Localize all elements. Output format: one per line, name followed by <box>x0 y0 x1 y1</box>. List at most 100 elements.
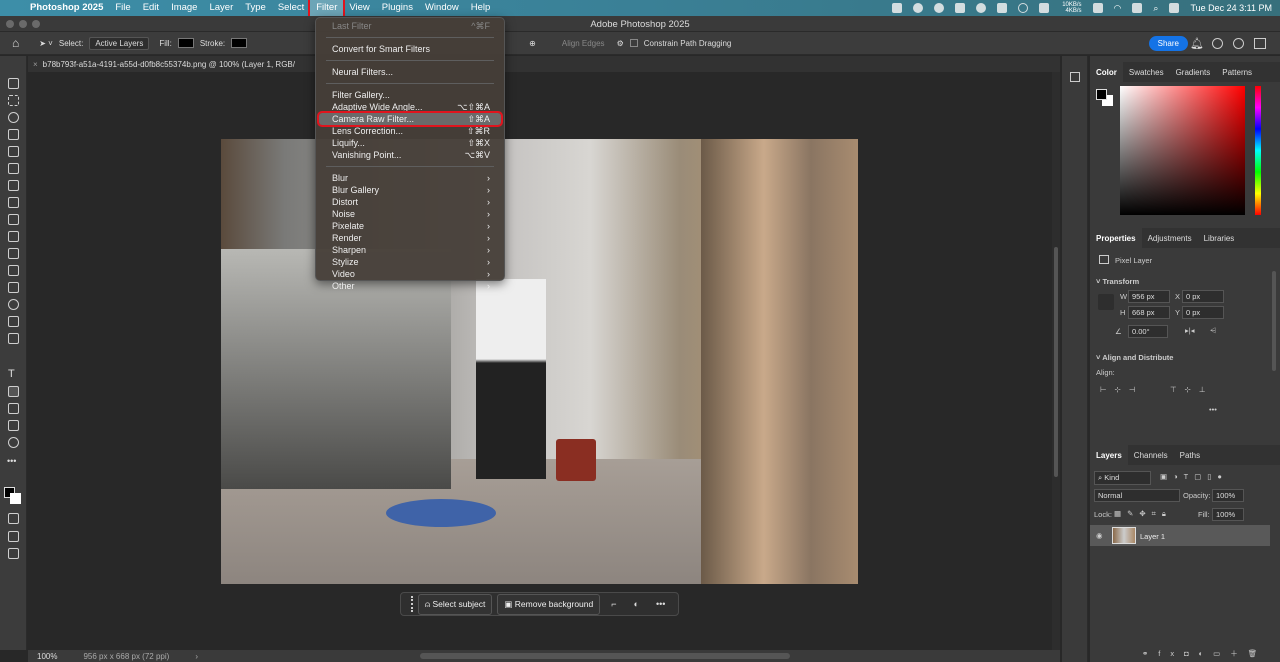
menu-item-other[interactable]: Other › <box>316 280 504 292</box>
menu-filter[interactable]: Filter <box>308 0 346 18</box>
width-field[interactable]: 956 px <box>1128 290 1170 303</box>
object-select-tool-icon[interactable] <box>8 129 19 140</box>
foreground-color[interactable] <box>1096 89 1107 100</box>
frame-tool-icon[interactable] <box>8 163 19 174</box>
visibility-eye-icon[interactable]: ◉ <box>1096 531 1103 540</box>
select-dropdown[interactable]: Active Layers <box>89 36 150 50</box>
quick-mask-icon[interactable] <box>8 513 19 524</box>
pen-tool-icon[interactable] <box>8 333 19 344</box>
eraser-tool-icon[interactable] <box>8 265 19 276</box>
menu-item-render[interactable]: Render › <box>316 232 504 244</box>
more-tools-icon[interactable]: ••• <box>7 456 16 466</box>
menu-item-last-filter[interactable]: Last Filter ^⌘F <box>316 20 504 32</box>
angle-field[interactable]: 0.00° <box>1128 325 1168 338</box>
menu-item-video[interactable]: Video › <box>316 268 504 280</box>
tab-properties[interactable]: Properties <box>1090 228 1142 248</box>
constrain-checkbox[interactable] <box>629 39 638 47</box>
type-tool-icon[interactable]: T <box>8 368 15 380</box>
menu-edit[interactable]: Edit <box>137 0 165 16</box>
tab-gradients[interactable]: Gradients <box>1170 62 1217 82</box>
battery-icon[interactable] <box>1038 3 1049 13</box>
drag-handle[interactable] <box>411 596 413 612</box>
vertical-scrollbar[interactable] <box>1052 72 1060 650</box>
adjust-icon[interactable]: ◐ <box>634 599 639 609</box>
blend-mode-dropdown[interactable]: Normal <box>1094 489 1180 502</box>
opacity-field[interactable]: 100% <box>1212 489 1244 502</box>
properties-scrollbar[interactable] <box>1272 271 1276 371</box>
menu-item-liquify[interactable]: Liquify... ⇧⌘X <box>316 137 504 149</box>
scroll-thumb[interactable] <box>1054 247 1058 477</box>
document-tab[interactable]: × b78b793f-a51a-4191-a55d-d0fb8c55374b.pn… <box>28 56 1060 72</box>
menu-item-convert-for-smart-filters[interactable]: Convert for Smart Filters <box>316 43 504 55</box>
fill-field[interactable]: 100% <box>1212 508 1244 521</box>
align-vertical-buttons[interactable]: ⊤⊹⊥ <box>1170 385 1213 394</box>
tab-libraries[interactable]: Libraries <box>1198 228 1241 248</box>
workspace-icon[interactable] <box>1254 38 1266 49</box>
menu-item-pixelate[interactable]: Pixelate › <box>316 220 504 232</box>
search-icon[interactable] <box>1212 38 1223 49</box>
zoom-tool-icon[interactable] <box>8 437 19 448</box>
chatgpt-icon[interactable] <box>912 3 923 13</box>
bookmark-icon[interactable] <box>1092 3 1103 13</box>
tab-swatches[interactable]: Swatches <box>1123 62 1170 82</box>
history-panel-icon[interactable] <box>1070 72 1080 82</box>
y-field[interactable]: 0 px <box>1182 306 1224 319</box>
brush-tool-icon[interactable] <box>8 214 19 225</box>
remove-background-button[interactable]: ▣ Remove background <box>497 593 601 615</box>
align-section[interactable]: ˅ Align and Distribute <box>1096 353 1173 362</box>
path-arrangement-icon[interactable]: ⊕ <box>529 39 536 48</box>
status-chevron-icon[interactable]: › <box>195 652 198 661</box>
rectangle-tool-icon[interactable] <box>8 403 19 414</box>
menu-item-filter-gallery[interactable]: Filter Gallery... <box>316 89 504 101</box>
lock-icons[interactable]: ▦✎✥⌗🔒︎ <box>1114 509 1172 519</box>
menu-file[interactable]: File <box>109 0 136 16</box>
more-align-icon[interactable]: ••• <box>1209 405 1217 414</box>
app-icon[interactable] <box>996 3 1007 13</box>
menu-help[interactable]: Help <box>465 0 497 16</box>
play-icon[interactable] <box>1017 3 1028 13</box>
tab-adjustments[interactable]: Adjustments <box>1142 228 1198 248</box>
menu-item-blur[interactable]: Blur › <box>316 172 504 184</box>
wifi-icon[interactable]: ◠ <box>1114 3 1122 14</box>
dodge-tool-icon[interactable] <box>8 316 19 327</box>
menu-plugins[interactable]: Plugins <box>376 0 419 16</box>
qq-icon[interactable] <box>954 3 965 13</box>
clock[interactable]: Tue Dec 24 3:11 PM <box>1190 3 1272 13</box>
fill-swatch[interactable] <box>177 38 194 48</box>
menu-app[interactable]: Photoshop 2025 <box>24 0 109 16</box>
background-color-swatch[interactable] <box>10 493 21 504</box>
lasso-tool-icon[interactable] <box>8 112 19 123</box>
healing-tool-icon[interactable] <box>8 197 19 208</box>
align-buttons[interactable]: ⊢⊹⊣ <box>1100 385 1143 394</box>
menu-type[interactable]: Type <box>239 0 272 16</box>
menu-view[interactable]: View <box>343 0 375 16</box>
menu-select[interactable]: Select <box>272 0 310 16</box>
zoom-level[interactable]: 100% <box>37 652 57 661</box>
more-icon[interactable]: ••• <box>656 599 665 609</box>
screen-mode-icon[interactable] <box>8 531 19 542</box>
control-center-icon[interactable] <box>1169 3 1180 13</box>
grammarly-icon[interactable] <box>975 3 986 13</box>
history-brush-tool-icon[interactable] <box>8 248 19 259</box>
height-field[interactable]: 668 px <box>1128 306 1170 319</box>
tab-layers[interactable]: Layers <box>1090 445 1128 465</box>
menu-item-distort[interactable]: Distort › <box>316 196 504 208</box>
eyedropper-tool-icon[interactable] <box>8 180 19 191</box>
menu-item-adaptive-wide-angle[interactable]: Adaptive Wide Angle... ⌥⇧⌘A <box>316 101 504 113</box>
crop-icon[interactable]: ⌐ <box>611 599 616 609</box>
tab-color[interactable]: Color <box>1090 62 1123 82</box>
apple-icon[interactable] <box>12 0 24 16</box>
close-tab-icon[interactable]: × <box>33 60 38 69</box>
path-select-tool-icon[interactable]: ➤ ˅ <box>39 39 53 48</box>
spotlight-icon[interactable]: ⌕ <box>1153 3 1158 14</box>
hand-tool-icon[interactable] <box>8 420 19 431</box>
layer-bottom-icons[interactable]: ⚭fx◘◐▭＋🗑︎ <box>1142 648 1267 659</box>
layer-name[interactable]: Layer 1 <box>1140 532 1165 541</box>
menu-item-blur-gallery[interactable]: Blur Gallery › <box>316 184 504 196</box>
gear-icon[interactable]: ⚙ <box>617 39 624 48</box>
menu-item-sharpen[interactable]: Sharpen › <box>316 244 504 256</box>
select-subject-button[interactable]: ⍝ Select subject <box>418 593 493 615</box>
flip-vertical-icon[interactable]: ⩤ <box>1210 326 1216 336</box>
menu-layer[interactable]: Layer <box>203 0 239 16</box>
menu-window[interactable]: Window <box>419 0 465 16</box>
